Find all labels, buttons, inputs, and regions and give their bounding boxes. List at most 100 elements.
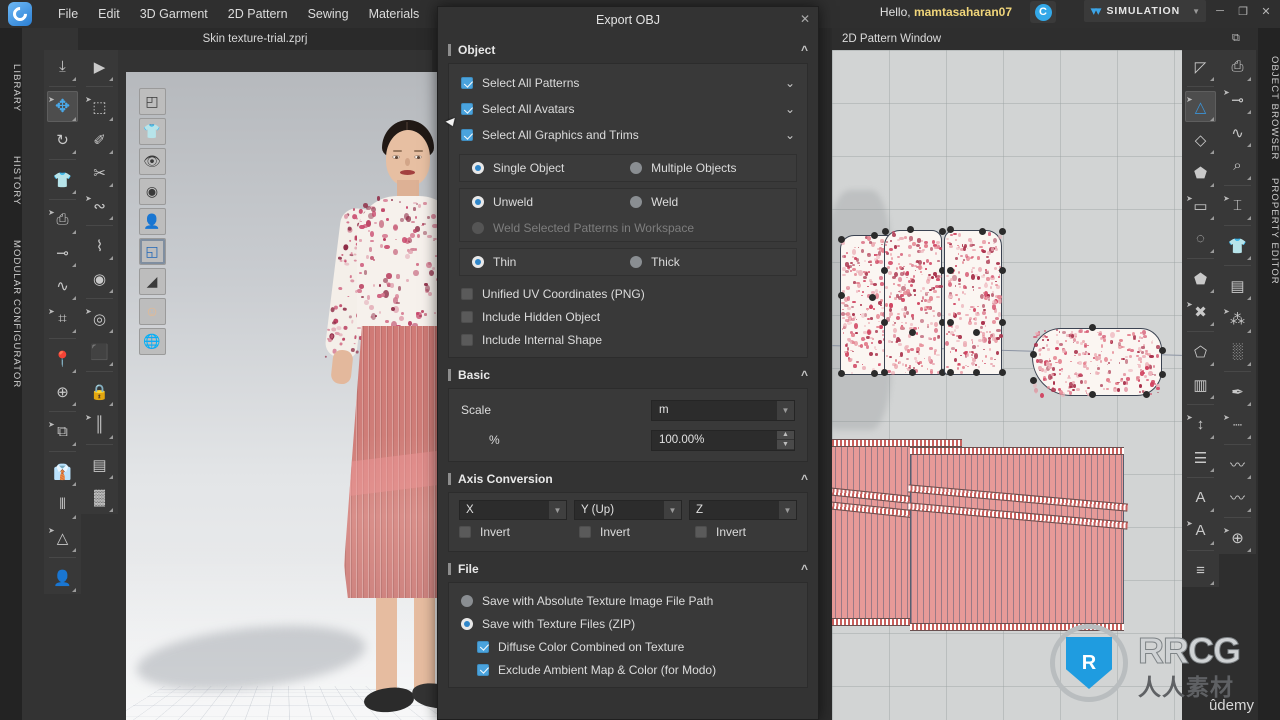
expand-corner-icon[interactable] <box>109 150 113 154</box>
pattern-point[interactable] <box>947 226 954 233</box>
sidebar-item-modular-configurator[interactable]: MODULAR CONFIGURATOR <box>0 240 22 388</box>
expand-corner-icon[interactable] <box>72 150 76 154</box>
expand-corner-icon[interactable] <box>1247 508 1251 512</box>
radio-weld[interactable] <box>630 196 642 208</box>
pattern-point[interactable] <box>869 294 876 301</box>
pattern-point[interactable] <box>999 319 1006 326</box>
radio-save-with-texture-files-zip[interactable] <box>461 618 473 630</box>
edit-curve-icon[interactable]: ➤ △ <box>1185 91 1216 122</box>
garment-stitch-icon[interactable]: ⌇ <box>84 230 115 261</box>
triangle-down-icon[interactable]: ▼ <box>777 440 794 450</box>
menu-item-2d-pattern[interactable]: 2D Pattern <box>218 0 298 28</box>
pattern-point[interactable] <box>999 267 1006 274</box>
segment-sew-icon[interactable]: ➤ ⊸ <box>1222 84 1253 115</box>
expand-corner-icon[interactable] <box>72 442 76 446</box>
pattern-point[interactable] <box>999 228 1006 235</box>
radio-unweld[interactable] <box>472 196 484 208</box>
expand-corner-icon[interactable] <box>109 475 113 479</box>
expand-corner-icon[interactable] <box>1210 541 1214 545</box>
checkbox-include-hidden-object[interactable] <box>461 311 473 323</box>
section-header-object[interactable]: Object ^ <box>448 37 808 63</box>
section-header-axis-conversion[interactable]: Axis Conversion ^ <box>448 466 808 492</box>
button-hole-icon[interactable]: ➤ ◎ <box>84 303 115 334</box>
show-pattern-icon[interactable]: ◱ <box>139 238 166 265</box>
expand-corner-icon[interactable] <box>72 263 76 267</box>
pattern-point[interactable] <box>947 369 954 376</box>
pattern-point[interactable] <box>947 267 954 274</box>
lasso-icon[interactable]: ◌ <box>1185 223 1216 254</box>
scale-unit-select[interactable]: m ▼ <box>651 400 795 421</box>
pin-icon[interactable]: 📍 <box>47 343 78 374</box>
radio-row-weld[interactable]: Weld <box>630 189 796 215</box>
fold-icon[interactable]: ▥ <box>1185 369 1216 400</box>
triangle-down-icon[interactable]: ▼ <box>664 501 681 519</box>
checkbox-row-include-hidden-object[interactable]: Include Hidden Object <box>449 305 807 328</box>
radio-row-thin[interactable]: Thin <box>460 249 630 275</box>
expand-corner-icon[interactable] <box>1210 395 1214 399</box>
triangle-down-icon[interactable]: ▼ <box>779 501 796 519</box>
scissors-icon[interactable]: ➤ ✖ <box>1185 296 1216 327</box>
expand-icon[interactable]: ⧉ <box>1232 32 1240 45</box>
triangle-up-icon[interactable]: ▲ <box>777 431 794 441</box>
expand-corner-icon[interactable] <box>1247 402 1251 406</box>
dart-icon[interactable]: ➤ △ <box>47 522 78 553</box>
checkbox-invert-x[interactable] <box>459 526 471 538</box>
expand-corner-icon[interactable] <box>72 117 76 121</box>
pattern-point[interactable] <box>1159 347 1166 354</box>
elastic-icon[interactable]: 〰 <box>1222 449 1253 480</box>
shirt-front-icon[interactable]: 👔 <box>47 456 78 487</box>
checkbox-unified-uv-coordinates[interactable] <box>461 288 473 300</box>
expand-corner-icon[interactable] <box>1210 183 1214 187</box>
expand-corner-icon[interactable] <box>72 548 76 552</box>
checkbox-diffuse-color-combined-on-texture[interactable] <box>477 641 489 653</box>
scale-percent-input[interactable]: 100.00% ▲ ▼ <box>651 430 795 451</box>
checkbox-select-all-graphics-and-trims[interactable] <box>461 129 473 141</box>
segment-sewing-icon[interactable]: ⊸ <box>47 237 78 268</box>
menu-item-materials[interactable]: Materials <box>359 0 430 28</box>
expand-corner-icon[interactable] <box>109 77 113 81</box>
radio-row-save-absolute-path[interactable]: Save with Absolute Texture Image File Pa… <box>449 589 807 612</box>
environment-icon[interactable]: 🌐 <box>139 328 166 355</box>
select-garment-icon[interactable]: 👕 <box>47 164 78 195</box>
close-icon[interactable]: ✕ <box>800 12 810 26</box>
pattern-piece-front-left[interactable] <box>884 230 942 375</box>
cloud-icon[interactable]: C <box>1030 1 1056 23</box>
grading-icon[interactable]: ≡ <box>1185 555 1216 586</box>
inspect-sew-icon[interactable]: ⌕ <box>1222 150 1253 181</box>
expand-corner-icon[interactable] <box>1210 322 1214 326</box>
chevron-down-icon[interactable]: ⌄ <box>785 128 795 142</box>
measure-tape-icon[interactable]: ➤ ↕ <box>1185 409 1216 440</box>
triangle-down-icon[interactable]: ▼ <box>549 501 566 519</box>
pattern-point[interactable] <box>1030 351 1037 358</box>
expand-corner-icon[interactable] <box>72 482 76 486</box>
axis-z-select[interactable]: Z ▼ <box>689 500 797 520</box>
pattern-piece-sleeve[interactable] <box>1032 328 1162 396</box>
checkbox-select-all-patterns[interactable] <box>461 77 473 89</box>
pattern-point[interactable] <box>973 329 980 336</box>
expand-corner-icon[interactable] <box>1210 468 1214 472</box>
checkbox-invert-z[interactable] <box>695 526 707 538</box>
radio-row-single-object[interactable]: Single Object <box>460 155 630 181</box>
topstitch-icon[interactable]: ⬛ <box>84 336 115 367</box>
radio-single-object[interactable] <box>472 162 484 174</box>
restore-button[interactable]: ❐ <box>1233 2 1253 20</box>
expand-corner-icon[interactable] <box>1247 176 1251 180</box>
expand-corner-icon[interactable] <box>109 402 113 406</box>
sidebar-item-property-editor[interactable]: PROPERTY EDITOR <box>1258 178 1280 285</box>
expand-corner-icon[interactable] <box>1247 362 1251 366</box>
pattern-point[interactable] <box>1089 324 1096 331</box>
expand-corner-icon[interactable] <box>72 515 76 519</box>
expand-corner-icon[interactable] <box>72 296 76 300</box>
mode-selector[interactable]: ▾▾ SIMULATION ▼ <box>1084 0 1206 22</box>
expand-corner-icon[interactable] <box>109 256 113 260</box>
expand-corner-icon[interactable] <box>109 216 113 220</box>
radio-row-unweld[interactable]: Unweld <box>460 189 630 215</box>
expand-corner-icon[interactable] <box>1210 435 1214 439</box>
checkbox-select-all-avatars[interactable] <box>461 103 473 115</box>
expand-corner-icon[interactable] <box>1247 329 1251 333</box>
sewing-machine-icon[interactable]: ➤ ⎙ <box>47 204 78 235</box>
show-garment-icon[interactable]: 👁 <box>139 148 166 175</box>
edit-point-icon[interactable]: ◇ <box>1185 124 1216 155</box>
pattern-outline-icon[interactable]: ⬠ <box>1185 336 1216 367</box>
sidebar-item-history[interactable]: HISTORY <box>0 156 22 206</box>
